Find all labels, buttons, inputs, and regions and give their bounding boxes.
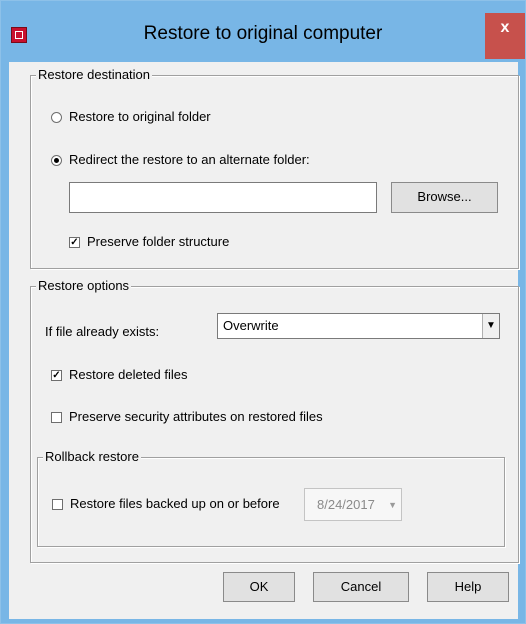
if-file-exists-text: If file already exists:	[45, 324, 160, 339]
close-button[interactable]: x	[485, 13, 525, 59]
date-chevron-down-icon[interactable]: ▼	[388, 497, 397, 513]
restore-before-checkbox[interactable]: Restore files backed up on or before	[52, 496, 280, 512]
preserve-folder-structure-check-icon[interactable]: ✓	[69, 236, 80, 248]
restore-before-label: Restore files backed up on or before	[70, 496, 280, 511]
restore-before-date-picker[interactable]: 8/24/2017 ▼	[304, 488, 402, 521]
radio-restore-original[interactable]: Restore to original folder	[51, 109, 211, 125]
preserve-security-check-icon[interactable]	[51, 411, 62, 423]
radio-restore-original-control[interactable]	[51, 111, 62, 123]
restore-options-group: Restore options If file already exists: …	[30, 278, 519, 563]
restore-options-title: Restore options	[36, 278, 132, 294]
dialog-body: Restore destination Restore to original …	[9, 62, 519, 619]
close-icon: x	[500, 19, 510, 36]
rollback-restore-group: Rollback restore Restore files backed up…	[37, 449, 505, 547]
help-button-label: Help	[454, 579, 482, 594]
browse-button[interactable]: Browse...	[391, 182, 498, 213]
radio-restore-original-label: Restore to original folder	[69, 109, 211, 124]
alternate-folder-input[interactable]	[69, 182, 377, 213]
cancel-button-label: Cancel	[340, 579, 382, 594]
restore-dialog: Restore to original computer x Restore d…	[0, 0, 526, 624]
browse-button-label: Browse...	[417, 189, 472, 204]
restore-deleted-files-checkbox[interactable]: ✓ Restore deleted files	[51, 367, 188, 383]
ok-button-label: OK	[249, 579, 269, 594]
restore-before-check-icon[interactable]	[52, 498, 63, 510]
preserve-folder-structure-label: Preserve folder structure	[87, 234, 230, 249]
title-bar[interactable]: Restore to original computer x	[1, 1, 525, 62]
chevron-down-icon[interactable]: ▼	[482, 314, 499, 338]
cancel-button[interactable]: Cancel	[313, 572, 409, 602]
preserve-security-checkbox[interactable]: Preserve security attributes on restored…	[51, 409, 323, 425]
if-file-exists-value: Overwrite	[223, 318, 279, 333]
restore-before-date-value: 8/24/2017	[317, 497, 375, 512]
if-file-exists-label: If file already exists:	[45, 324, 159, 340]
preserve-folder-structure-checkbox[interactable]: ✓ Preserve folder structure	[69, 234, 229, 250]
help-button[interactable]: Help	[427, 572, 509, 602]
radio-redirect-restore-label: Redirect the restore to an alternate fol…	[69, 152, 310, 167]
restore-destination-group: Restore destination Restore to original …	[30, 67, 519, 269]
ok-button[interactable]: OK	[223, 572, 295, 602]
radio-redirect-restore-control[interactable]	[51, 154, 62, 166]
restore-destination-title: Restore destination	[36, 67, 153, 83]
if-file-exists-select[interactable]: Overwrite ▼	[217, 313, 500, 339]
window-title: Restore to original computer	[143, 23, 383, 44]
restore-deleted-files-label: Restore deleted files	[69, 367, 188, 382]
restore-deleted-files-check-icon[interactable]: ✓	[51, 369, 62, 381]
preserve-security-label: Preserve security attributes on restored…	[69, 409, 323, 424]
rollback-restore-title: Rollback restore	[43, 449, 141, 465]
radio-redirect-restore[interactable]: Redirect the restore to an alternate fol…	[51, 152, 310, 168]
